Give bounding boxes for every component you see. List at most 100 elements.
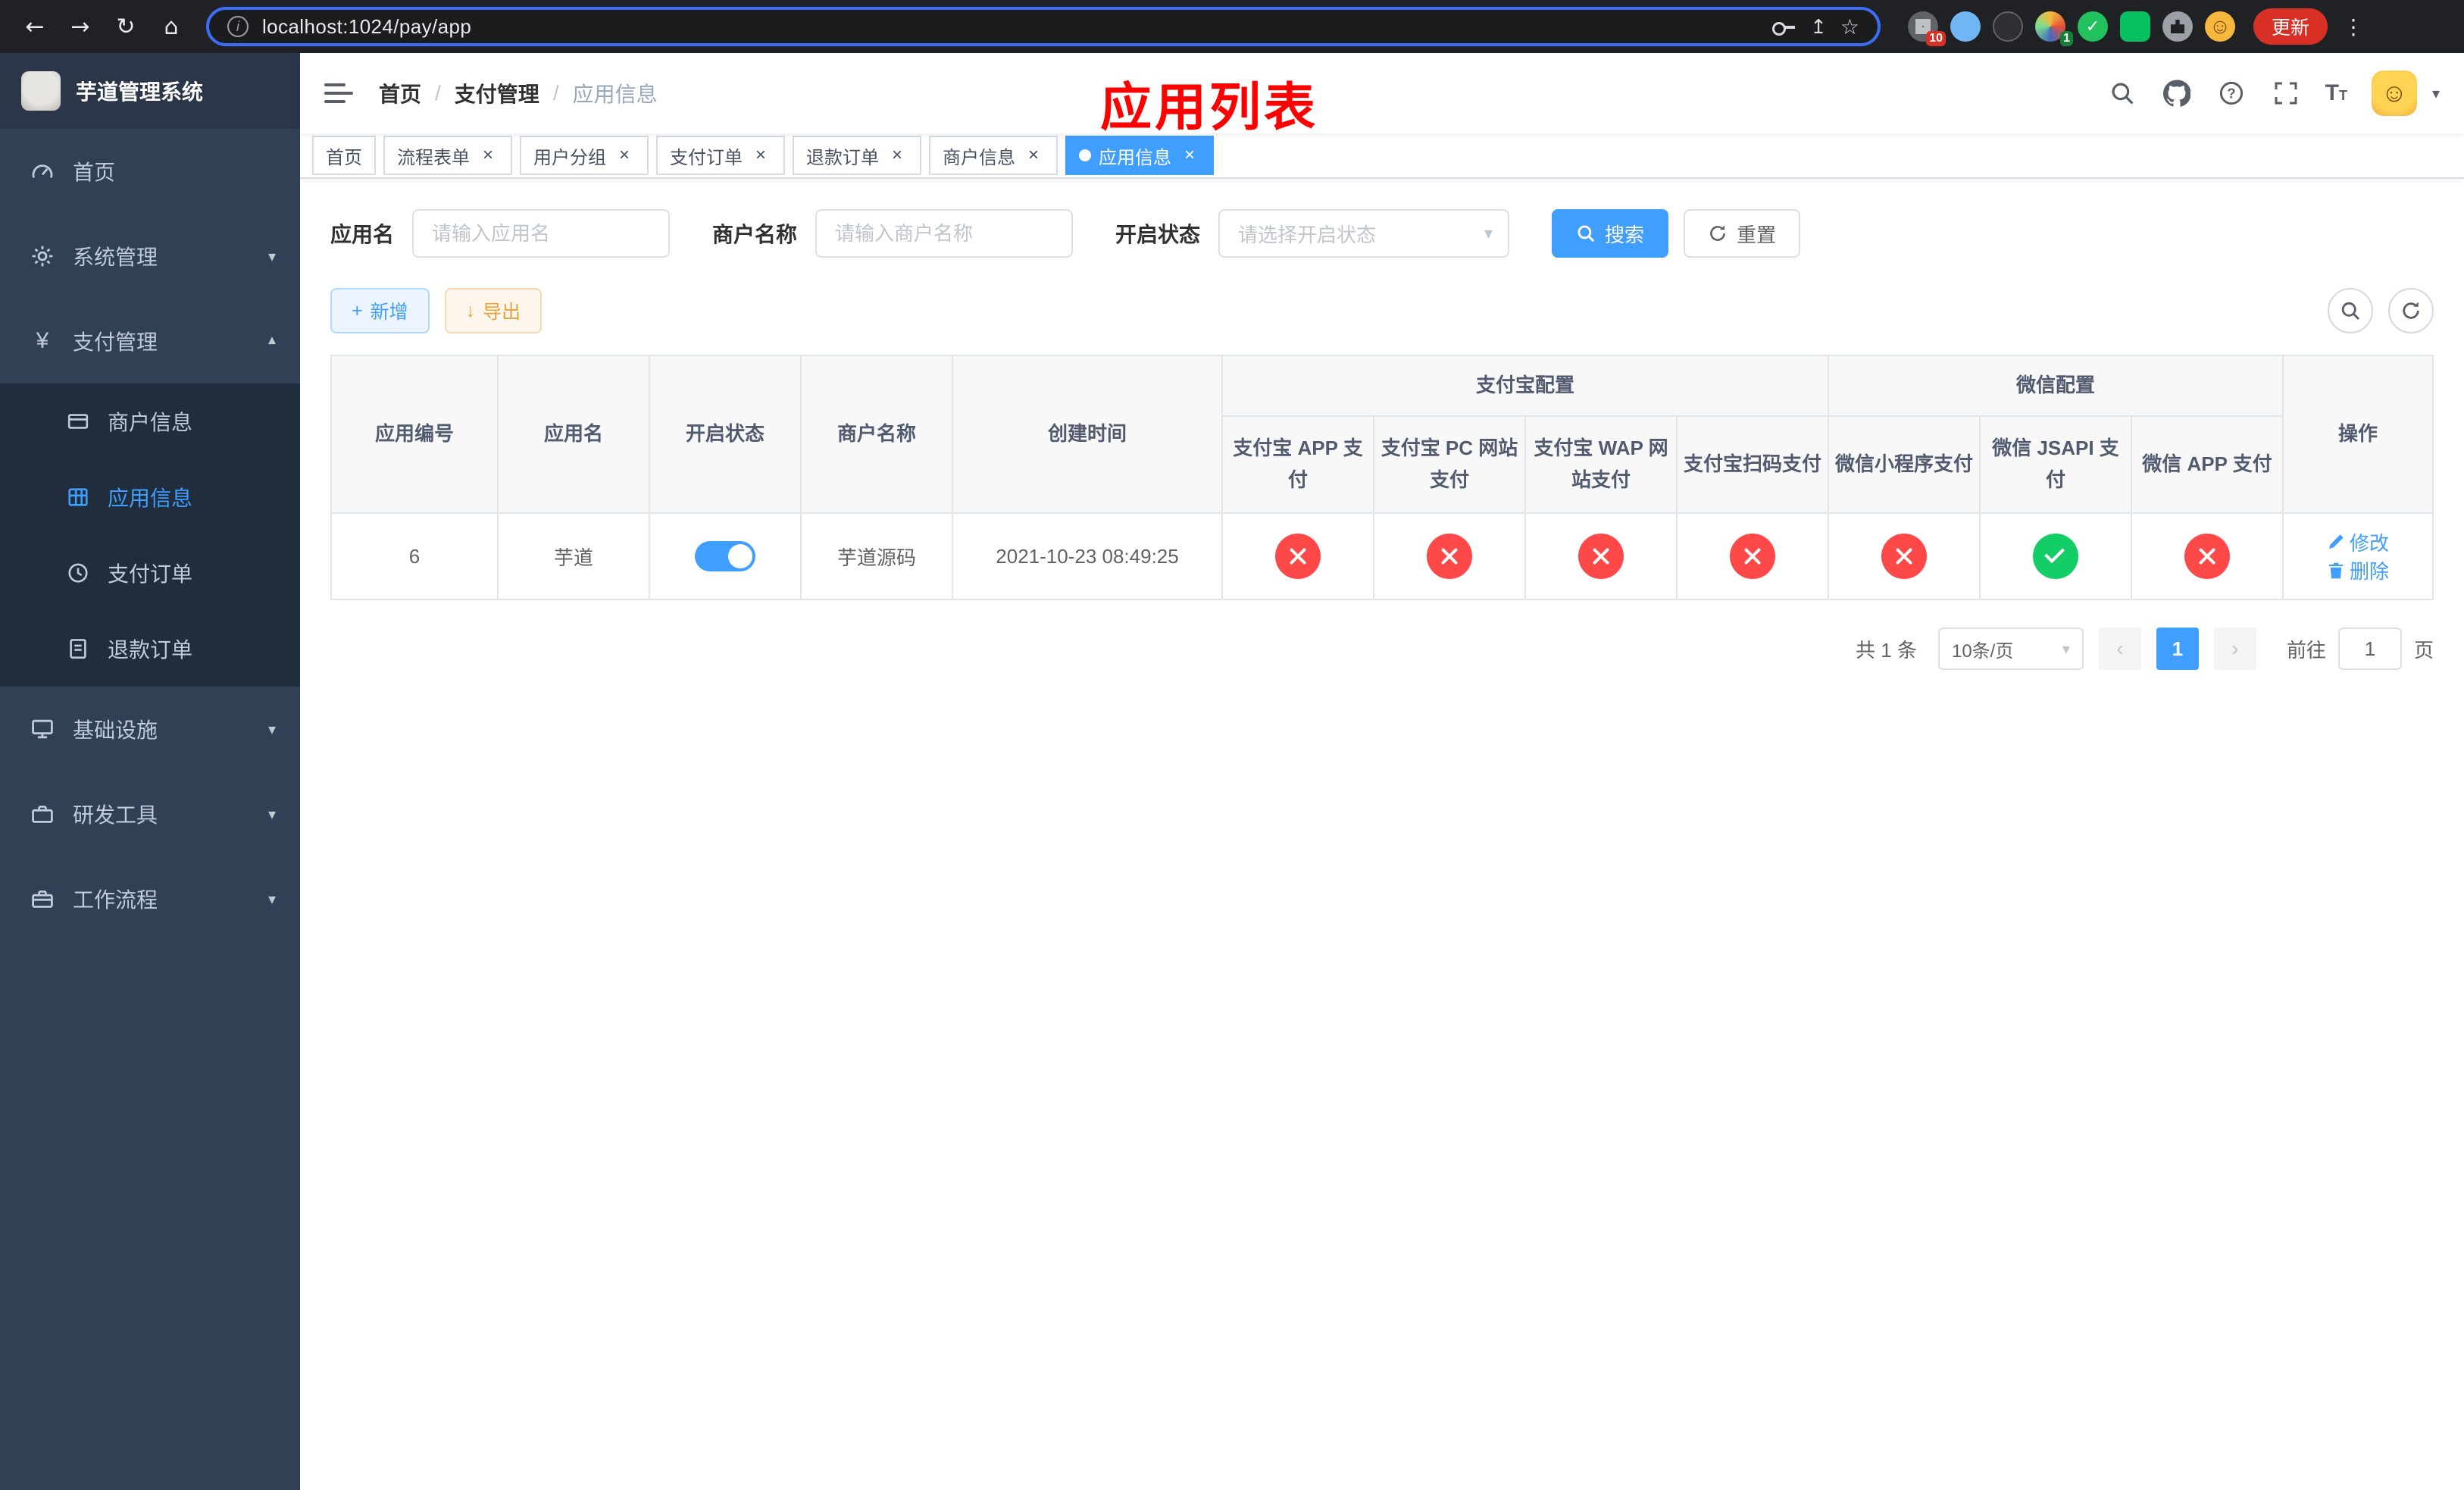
prev-page-button[interactable]: ‹ xyxy=(2098,628,2141,670)
search-button[interactable]: 搜索 xyxy=(1552,209,1669,258)
browser-chrome: ← → ↻ ⌂ i localhost:1024/pay/app ↥ ☆ 10 … xyxy=(0,0,2464,53)
page-size-select[interactable]: 10条/页 ▾ xyxy=(1937,628,2084,670)
cell-wx-app xyxy=(2131,512,2284,600)
extension-check-icon[interactable]: ✓ xyxy=(2078,11,2108,42)
extension-wechat-icon[interactable] xyxy=(2120,11,2150,42)
browser-forward-icon[interactable]: → xyxy=(61,7,100,46)
page-number-1[interactable]: 1 xyxy=(2156,628,2199,670)
tab-merchant-info[interactable]: 商户信息 × xyxy=(929,136,1058,175)
col-wx-lite: 微信小程序支付 xyxy=(1828,415,1981,514)
search-icon[interactable] xyxy=(2107,78,2137,108)
hamburger-icon[interactable] xyxy=(324,78,355,108)
tab-close-icon[interactable]: × xyxy=(750,145,771,166)
status-select[interactable]: 请选择开启状态 ▾ xyxy=(1218,209,1510,258)
col-alipay-pc: 支付宝 PC 网站支付 xyxy=(1373,415,1526,514)
tab-app-info[interactable]: 应用信息 × xyxy=(1065,136,1214,175)
sidebar-item-payment[interactable]: ¥ 支付管理 ▾ xyxy=(0,299,300,383)
breadcrumb-separator: / xyxy=(552,81,559,105)
extensions-puzzle-icon[interactable] xyxy=(2162,11,2193,42)
page-content: 应用名 商户名称 开启状态 请选择开启状态 ▾ xyxy=(300,179,2464,1490)
download-icon: ↓ xyxy=(465,299,476,321)
site-info-icon[interactable]: i xyxy=(227,16,249,37)
status-toggle[interactable] xyxy=(695,541,755,571)
help-question-icon[interactable]: ? xyxy=(2216,78,2247,108)
user-avatar[interactable]: ☺ xyxy=(2371,70,2417,116)
browser-menu-icon[interactable]: ⋮ xyxy=(2334,14,2373,39)
sidebar-item-app-info[interactable]: 应用信息 xyxy=(0,459,300,535)
address-bar[interactable]: i localhost:1024/pay/app ↥ ☆ xyxy=(206,7,1881,46)
sidebar-item-refund-order[interactable]: 退款订单 xyxy=(0,611,300,687)
extension-dark-icon[interactable] xyxy=(1993,11,2023,42)
credit-card-icon xyxy=(67,410,89,433)
share-icon[interactable]: ↥ xyxy=(1810,15,1827,39)
browser-profile-avatar[interactable]: ☺ xyxy=(2205,11,2235,42)
pagination-goto: 前往 页 xyxy=(2287,628,2434,670)
col-status: 开启状态 xyxy=(649,355,802,514)
sidebar-item-merchant-info[interactable]: 商户信息 xyxy=(0,383,300,459)
tab-close-icon[interactable]: × xyxy=(1179,145,1200,166)
status-cross-icon xyxy=(1578,534,1624,579)
merchant-name-input[interactable] xyxy=(815,209,1074,258)
show-search-icon-button[interactable] xyxy=(2328,288,2373,333)
extension-grid-icon[interactable]: 10 xyxy=(1908,11,1946,46)
goto-page-input[interactable] xyxy=(2337,628,2402,670)
export-button[interactable]: ↓ 导出 xyxy=(444,288,543,333)
fullscreen-icon[interactable] xyxy=(2271,78,2301,108)
next-page-button[interactable]: › xyxy=(2213,628,2256,670)
chevron-down-icon: ▾ xyxy=(2062,640,2070,658)
sidebar-item-label: 支付管理 xyxy=(73,330,158,354)
sidebar-item-workflow[interactable]: 工作流程 ▾ xyxy=(0,856,300,941)
tab-process-form[interactable]: 流程表单 × xyxy=(383,136,512,175)
col-alipay-app: 支付宝 APP 支付 xyxy=(1221,415,1374,514)
refresh-table-button[interactable] xyxy=(2388,288,2434,333)
table-row: 6 芋道 芋道源码 2021-10-23 08:49:25 修改 删除 xyxy=(330,512,2434,600)
sidebar-item-system[interactable]: 系统管理 ▾ xyxy=(0,214,300,299)
sidebar-item-infra[interactable]: 基础设施 ▾ xyxy=(0,687,300,772)
app-name-input[interactable] xyxy=(412,209,671,258)
goto-label: 前往 xyxy=(2286,638,2326,662)
filter-app-name: 应用名 xyxy=(330,209,671,258)
edit-link[interactable]: 修改 xyxy=(2327,528,2389,556)
tab-home[interactable]: 首页 xyxy=(312,136,376,175)
browser-home-icon[interactable]: ⌂ xyxy=(152,7,191,46)
add-button[interactable]: + 新增 xyxy=(330,288,430,333)
tab-pay-order[interactable]: 支付订单 × xyxy=(656,136,785,175)
cell-app-id: 6 xyxy=(330,512,499,600)
browser-back-icon[interactable]: ← xyxy=(15,7,55,46)
status-cross-icon xyxy=(1275,534,1321,579)
tab-close-icon[interactable]: × xyxy=(886,145,908,166)
extension-colorful-icon[interactable]: 1 xyxy=(2035,11,2073,46)
sidebar-item-devtools[interactable]: 研发工具 ▾ xyxy=(0,772,300,856)
extension-drop-icon[interactable] xyxy=(1950,11,1981,42)
browser-reload-icon[interactable]: ↻ xyxy=(106,7,145,46)
search-button-label: 搜索 xyxy=(1605,223,1645,246)
sidebar-item-pay-order[interactable]: 支付订单 xyxy=(0,535,300,611)
tab-close-icon[interactable]: × xyxy=(614,145,635,166)
breadcrumb-section[interactable]: 支付管理 xyxy=(455,78,539,108)
page-size-value: 10条/页 xyxy=(1951,640,2014,662)
filter-form: 应用名 商户名称 开启状态 请选择开启状态 ▾ xyxy=(330,203,2434,273)
tab-user-group[interactable]: 用户分组 × xyxy=(520,136,649,175)
tab-label: 支付订单 xyxy=(670,147,743,168)
password-key-icon[interactable] xyxy=(1771,14,1796,39)
sidebar-item-label: 系统管理 xyxy=(73,246,158,269)
github-icon[interactable] xyxy=(2162,78,2192,108)
reset-button[interactable]: 重置 xyxy=(1684,209,1801,258)
tab-label: 商户信息 xyxy=(943,147,1015,168)
chevron-down-icon: ▾ xyxy=(267,248,276,265)
export-button-label: 导出 xyxy=(483,302,521,323)
browser-update-button[interactable]: 更新 xyxy=(2253,8,2328,45)
cell-status xyxy=(649,512,802,600)
avatar-caret-down-icon[interactable]: ▾ xyxy=(2432,84,2440,103)
main-area: 首页 / 支付管理 / 应用信息 应用列表 ? TT ☺ ▾ 首页 流程表单 ×… xyxy=(300,53,2464,1490)
tab-close-icon[interactable]: × xyxy=(1023,145,1044,166)
top-navbar: 首页 / 支付管理 / 应用信息 应用列表 ? TT ☺ ▾ xyxy=(300,53,2464,136)
breadcrumb-home[interactable]: 首页 xyxy=(379,78,421,108)
bookmark-star-icon[interactable]: ☆ xyxy=(1840,14,1859,39)
tab-refund-order[interactable]: 退款订单 × xyxy=(793,136,921,175)
tab-close-icon[interactable]: × xyxy=(477,145,499,166)
delete-link[interactable]: 删除 xyxy=(2327,556,2389,584)
font-size-icon[interactable]: TT xyxy=(2325,82,2347,105)
sidebar-item-home[interactable]: 首页 xyxy=(0,129,300,214)
briefcase-icon xyxy=(30,887,55,911)
